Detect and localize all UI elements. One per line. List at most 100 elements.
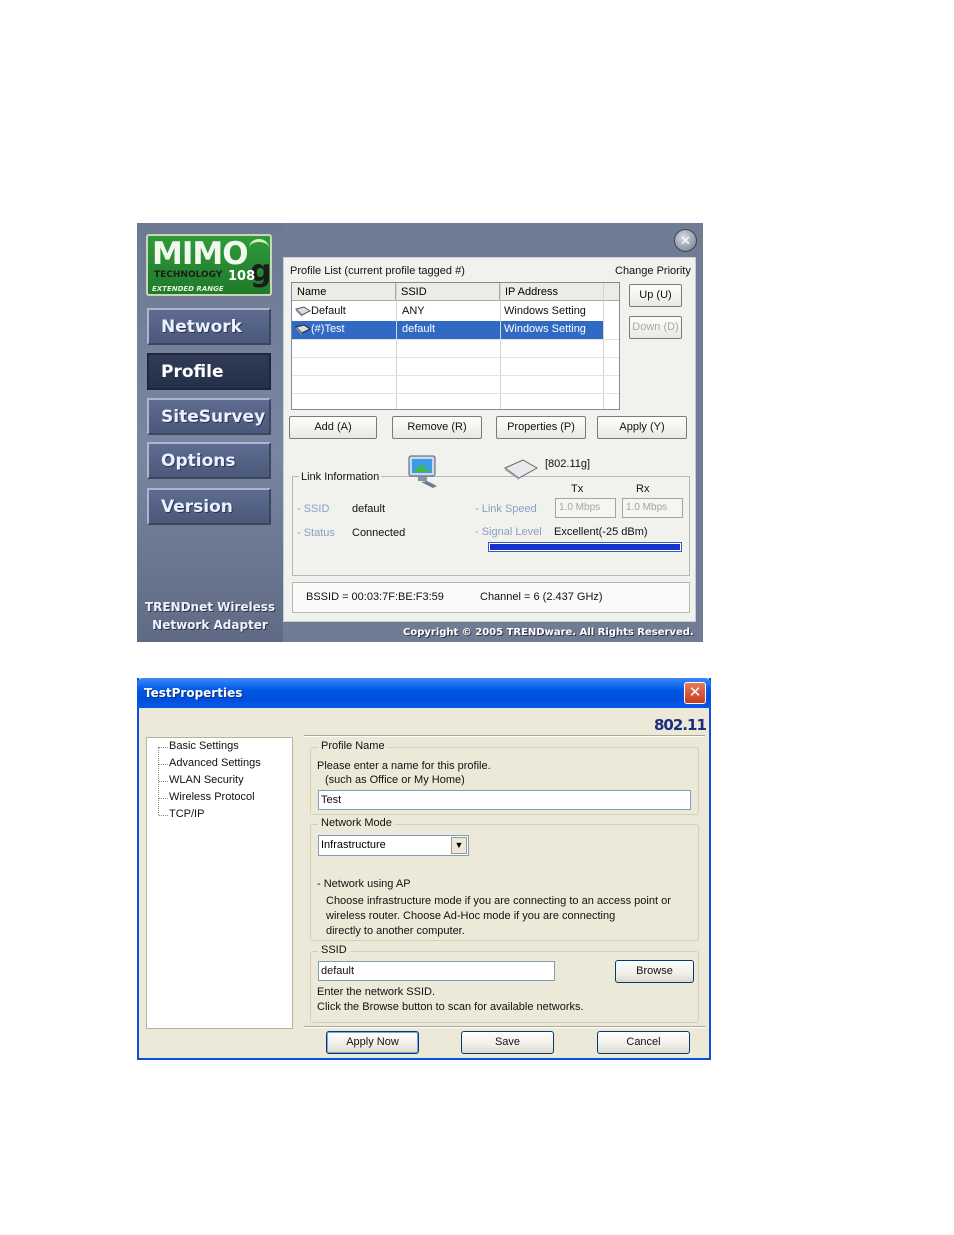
signal-level-fill <box>490 544 680 550</box>
tx-speed-field: 1.0 Mbps <box>555 498 616 518</box>
column-header-filler <box>604 283 619 301</box>
status-value: Connected <box>352 527 406 539</box>
column-header-ssid[interactable]: SSID <box>396 283 500 301</box>
profile-row[interactable]: Default ANY Windows Setting <box>292 303 619 321</box>
standard-label: 802.11 <box>654 716 707 734</box>
network-mode-desc3: directly to another computer. <box>326 925 465 937</box>
profile-name-group: Profile Name Please enter a name for thi… <box>310 740 699 815</box>
wireless-utility-window: MIMO g TECHNOLOGY 108 EXTENDED RANGE Net… <box>137 223 703 642</box>
channel-value: Channel = 6 (2.437 GHz) <box>480 591 603 603</box>
mimo-logo: MIMO g TECHNOLOGY 108 EXTENDED RANGE <box>146 234 272 296</box>
nav-version[interactable]: Version <box>147 488 271 525</box>
remove-button[interactable]: Remove (R) <box>392 416 482 439</box>
ssid-label: - SSID <box>297 503 330 515</box>
bssid-value: BSSID = 00:03:7F:BE:F3:59 <box>306 591 444 603</box>
link-speed-label: - Link Speed <box>475 503 537 515</box>
tree-item-advanced-settings[interactable]: Advanced Settings <box>169 757 261 769</box>
profile-name: Default <box>311 305 346 317</box>
status-label: - Status <box>297 527 335 539</box>
profile-panel: Profile List (current profile tagged #) … <box>283 257 696 622</box>
profile-name-help2: (such as Office or My Home) <box>325 774 465 786</box>
apply-button[interactable]: Apply (Y) <box>597 416 687 439</box>
signal-level-value: Excellent(-25 dBm) <box>554 526 648 538</box>
tree-item-basic-settings[interactable]: Basic Settings <box>169 740 239 752</box>
properties-button[interactable]: Properties (P) <box>496 416 586 439</box>
nav-sitesurvey[interactable]: SiteSurvey <box>147 398 271 435</box>
tree-connector <box>159 815 168 816</box>
network-mode-desc1: Choose infrastructure mode if you are co… <box>326 895 671 907</box>
tree-connector <box>159 764 168 765</box>
tree-item-tcpip[interactable]: TCP/IP <box>169 808 204 820</box>
logo-speed: 108 <box>228 269 256 284</box>
grid-line <box>292 357 619 358</box>
column-header-ip[interactable]: IP Address <box>500 283 604 301</box>
dialog-titlebar[interactable]: TestProperties ✕ <box>137 678 711 708</box>
add-button[interactable]: Add (A) <box>289 416 377 439</box>
brand-line2: Network Adapter <box>152 618 268 632</box>
profile-name-input[interactable]: Test <box>318 790 691 810</box>
save-button[interactable]: Save <box>461 1031 554 1054</box>
nav-profile[interactable]: Profile <box>147 353 271 390</box>
tree-item-wireless-protocol[interactable]: Wireless Protocol <box>169 791 255 803</box>
settings-tree[interactable]: Basic Settings Advanced Settings WLAN Se… <box>146 737 293 1029</box>
network-mode-caption: - Network using AP <box>317 878 411 890</box>
profile-ip: Windows Setting <box>504 323 586 335</box>
ssid-group: SSID default Browse Enter the network SS… <box>310 944 699 1023</box>
tree-connector <box>159 781 168 782</box>
ssid-legend: SSID <box>318 944 350 956</box>
signal-level-label: - Signal Level <box>475 526 542 538</box>
logo-sub: TECHNOLOGY <box>154 270 223 280</box>
logo-brand: MIMO <box>152 236 249 272</box>
profile-icon <box>295 324 311 335</box>
tree-connector <box>159 747 168 748</box>
tx-label: Tx <box>571 483 584 495</box>
footer-separator <box>304 1026 705 1028</box>
profile-list[interactable]: Name SSID IP Address Default ANY Windows… <box>291 282 620 410</box>
tree-item-wlan-security[interactable]: WLAN Security <box>169 774 244 786</box>
profile-name-legend: Profile Name <box>318 740 388 752</box>
rx-speed-field: 1.0 Mbps <box>622 498 683 518</box>
cancel-button[interactable]: Cancel <box>597 1031 690 1054</box>
ssid-help2: Click the Browse button to scan for avai… <box>317 1001 584 1013</box>
close-icon[interactable]: ✕ <box>684 682 706 704</box>
chevron-down-icon[interactable]: ▼ <box>451 837 467 854</box>
grid-line <box>292 339 619 340</box>
header-separator <box>304 735 705 737</box>
close-icon[interactable]: ✕ <box>674 229 697 252</box>
brand-line1: TRENDnet Wireless <box>144 600 276 614</box>
signal-level-bar <box>488 542 682 552</box>
network-mode-value: Infrastructure <box>321 839 386 851</box>
mode-tag: [802.11g] <box>545 458 591 470</box>
profile-name: (#)Test <box>311 323 345 335</box>
profile-ip: Windows Setting <box>504 305 586 317</box>
up-button[interactable]: Up (U) <box>629 284 682 307</box>
grid-line <box>292 393 619 394</box>
rx-label: Rx <box>636 483 650 495</box>
ssid-input[interactable]: default <box>318 961 555 981</box>
apply-now-button[interactable]: Apply Now <box>326 1031 419 1054</box>
profile-row[interactable]: (#)Test default Windows Setting <box>292 321 603 339</box>
profile-icon <box>295 306 311 317</box>
ssid-help1: Enter the network SSID. <box>317 986 435 998</box>
link-info-label: Link Information <box>299 471 382 483</box>
nav-network[interactable]: Network <box>147 308 271 345</box>
grid-line <box>292 375 619 376</box>
down-button[interactable]: Down (D) <box>629 316 682 339</box>
column-header-name[interactable]: Name <box>292 283 396 301</box>
profile-name-help1: Please enter a name for this profile. <box>317 760 491 772</box>
profile-list-label: Profile List (current profile tagged #) <box>290 265 465 277</box>
ssid-value: default <box>352 503 386 515</box>
network-mode-legend: Network Mode <box>318 817 395 829</box>
dialog-title: TestProperties <box>144 686 243 700</box>
browse-button[interactable]: Browse <box>615 960 694 983</box>
profile-ssid: ANY <box>402 305 425 317</box>
bssid-box: BSSID = 00:03:7F:BE:F3:59 Channel = 6 (2… <box>292 582 690 613</box>
network-mode-group: Network Mode Infrastructure ▼ - Network … <box>310 817 699 941</box>
network-mode-desc2: wireless router. Choose Ad-Hoc mode if y… <box>326 910 616 922</box>
change-priority-label: Change Priority <box>615 265 691 277</box>
tree-connector <box>159 798 168 799</box>
network-mode-select[interactable]: Infrastructure ▼ <box>318 835 469 856</box>
computer-icon <box>408 455 437 488</box>
nav-options[interactable]: Options <box>147 442 271 479</box>
grid-line <box>603 283 604 409</box>
